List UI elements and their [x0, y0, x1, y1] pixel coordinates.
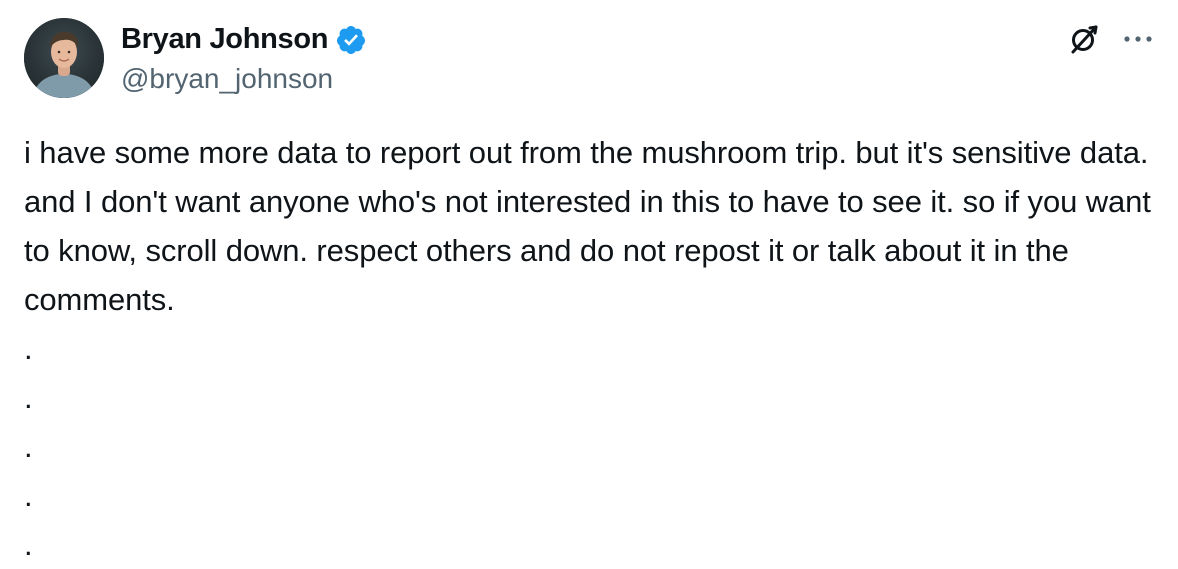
- tweet-dot-line: .: [24, 527, 33, 562]
- tweet-text: i have some more data to report out from…: [24, 135, 1160, 317]
- tweet-dot-line: .: [24, 380, 33, 415]
- tweet-dot-line: .: [24, 331, 33, 366]
- grok-icon[interactable]: [1064, 19, 1104, 59]
- more-horizontal-icon[interactable]: [1118, 19, 1158, 59]
- tweet-body: i have some more data to report out from…: [24, 128, 1154, 569]
- author-name-row: Bryan Johnson: [121, 21, 367, 57]
- verified-badge-icon[interactable]: [335, 24, 367, 56]
- tweet-card: Bryan Johnson @bryan_johnson i have some…: [0, 0, 1178, 564]
- tweet-dot-line: .: [24, 429, 33, 464]
- tweet-dot-line: .: [24, 478, 33, 513]
- author-display-name[interactable]: Bryan Johnson: [121, 21, 328, 57]
- avatar[interactable]: [24, 18, 104, 98]
- author-handle[interactable]: @bryan_johnson: [121, 61, 333, 97]
